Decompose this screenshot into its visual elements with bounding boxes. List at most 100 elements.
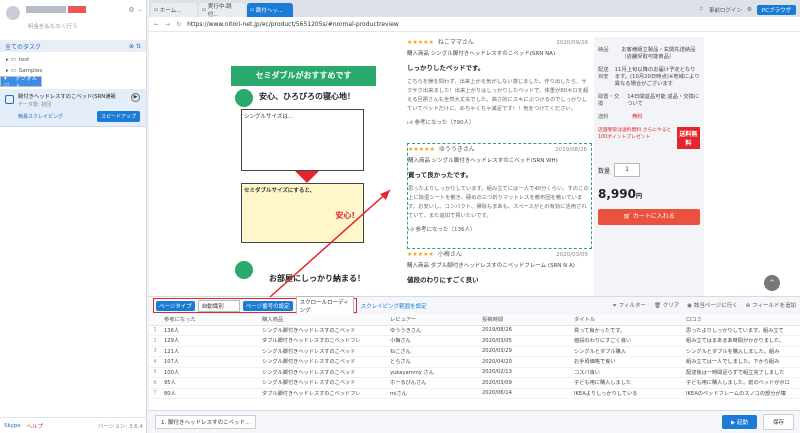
tab-running[interactable]: ▫ 実行中:跳付...	[199, 3, 245, 18]
all-tasks-header[interactable]: 全てのタスク ⊕ ⇅	[0, 40, 146, 52]
pc-browser-button[interactable]: PCブラウザ	[756, 5, 796, 15]
table-cell: 子ども用に購入しました	[571, 377, 683, 389]
page-flip-select[interactable]: スクロールローディング	[295, 295, 354, 316]
simple-scraping-link[interactable]: 簡易スクレイピング	[18, 113, 63, 120]
row-number: 4	[149, 356, 161, 368]
back-icon[interactable]: ←	[154, 21, 159, 28]
review-date: 2020/03/05	[556, 252, 588, 258]
minimize-icon[interactable]: –	[139, 6, 143, 14]
column-header[interactable]: 投稿時間	[479, 314, 571, 326]
tab-home[interactable]: ▫ ホーム...	[151, 3, 197, 17]
table-row[interactable]: 1 136人 シングル脚付きヘッドレスすのこベッド ゆううきさん 2019/08/26 買…	[149, 325, 800, 336]
table-cell: お手頃価格で良い	[571, 356, 683, 368]
column-header[interactable]: 口コミ	[683, 314, 800, 326]
quantity-label: 数量	[598, 167, 611, 175]
tree-item-test[interactable]: ▸ ▭ test	[0, 54, 146, 65]
reload-icon[interactable]: ↻	[176, 21, 181, 28]
rating-stars: ★★★★★	[407, 251, 434, 258]
helpful-button[interactable]: 👍︎ 参考になった（790人）	[407, 118, 592, 126]
helpful-button[interactable]: 👍︎ 参考になった（136人）	[408, 225, 591, 233]
table-cell: 2020/02/13	[479, 367, 571, 378]
column-header[interactable]: 参考になった	[161, 314, 259, 326]
rating-stars: ★★★★★	[407, 39, 434, 46]
goto-page-button[interactable]: ◉ 該当ページに行く	[687, 301, 737, 310]
page-flip-label: ページ番号の設定	[242, 300, 293, 311]
column-header[interactable]: 購入商品	[259, 314, 387, 326]
info-key: 送料	[598, 114, 609, 120]
pre-login-button[interactable]: 事前ログイン	[709, 6, 742, 14]
page-type-label: ページタイプ	[156, 300, 195, 311]
tree-item-default[interactable]: ▾ ▭ デフォルト	[0, 76, 42, 90]
table-row[interactable]: 3 121人 シングル脚付きヘッドレスすのこベッド ねこさん 2020/03/29 シング…	[149, 346, 800, 357]
task-tree: ▸ ▭ test ▸ ▭ Samples ▾ ▭ デフォルト	[0, 52, 146, 90]
rating-stars: ★★★★★	[408, 146, 435, 153]
review-item: ★★★★★ ねこママさん 2020/09/26 購入商品 シングル脚付きヘッドレス…	[407, 37, 592, 143]
reviewer-name: ゆううきさん	[438, 146, 475, 153]
table-row[interactable]: 4 107人 シングル脚付きヘッドレスすのこベッド とらさん 2020/04/20 お手頃…	[149, 356, 800, 368]
run-button[interactable]: ▶ 起動	[721, 415, 757, 429]
quantity-row: 数量 1	[598, 163, 700, 177]
play-icon[interactable]: ▶	[131, 93, 140, 102]
skype-link[interactable]: Skype	[4, 423, 21, 429]
scroll-to-top-icon[interactable]: ^	[764, 275, 780, 291]
task-tools-icon[interactable]: ⊕ ⇅	[129, 43, 141, 50]
column-header[interactable]: レビュアー	[387, 314, 479, 326]
eye-icon: ◉	[687, 303, 693, 309]
settings-icon[interactable]: ⚙	[747, 7, 752, 13]
table-row[interactable]: 6 95人 シングル脚付きヘッドレスすのこベッド ホーるびんさん 2020/03/09 子…	[149, 377, 800, 389]
info-value: 14日間返品可能 返品・交換について	[627, 94, 700, 107]
promo-text: 店舗受取は送料無料 さらにやると100ポイントプレゼント	[598, 128, 672, 140]
task-tab[interactable]: 1. 脚付きヘッドレスすのこベッド...	[155, 415, 257, 429]
review-item-highlighted[interactable]: ★★★★★ ゆううきさん 2019/08/26 購入商品 シングル脚付きヘッドレス…	[407, 143, 592, 249]
info-key: 納品	[598, 47, 609, 53]
help-link[interactable]: ヘルプ	[27, 422, 44, 430]
table-cell: miさん	[387, 388, 479, 399]
goto-label: 該当ページに行く	[693, 303, 738, 309]
row-number: 6	[149, 377, 161, 389]
column-header[interactable]	[149, 314, 161, 326]
table-cell: 107人	[161, 356, 259, 368]
info-row: 送料 無料	[598, 114, 700, 121]
row-number: 5	[149, 367, 161, 378]
add-field-button[interactable]: ⊕ フィールドを追加	[746, 301, 796, 310]
table-cell: 思ったよりしっかりしています。組み立て	[683, 325, 800, 336]
upgrade-text[interactable]: 料金を払もなく行う	[28, 22, 78, 30]
cart-label: カートに入れる	[632, 213, 675, 220]
settings-icon[interactable]: ⚙	[128, 6, 134, 14]
grid-tools: ⏷ フィルター 🗑︎ クリア ◉ 該当ページに行く ⊕ フィールドを追加	[613, 301, 797, 310]
semi-double-label: セミダブルサイズにすると、	[244, 188, 316, 194]
speedup-button[interactable]: スピードアップ	[96, 111, 140, 122]
purchased-product: 購入商品 シングル脚付きヘッドレスすのこベッド(SRN WH)	[408, 158, 558, 164]
column-header[interactable]: タイトル	[571, 314, 683, 326]
page-type-select[interactable]: 自動識別	[197, 299, 240, 312]
review-list: ★★★★★ ねこママさん 2020/09/26 購入商品 シングル脚付きヘッドレス…	[407, 37, 592, 296]
filter-button[interactable]: ⏷ フィルター	[613, 301, 647, 310]
page-icon: ▫	[202, 7, 206, 13]
save-button[interactable]: 保存	[762, 414, 794, 430]
table-cell: 129人	[161, 335, 259, 347]
add-to-cart-button[interactable]: 🛒︎ カートに入れる	[598, 209, 700, 225]
url-field[interactable]: https://www.nitori-net.jp/ec/product/565…	[187, 21, 399, 28]
single-size-box: シングルサイズは…	[241, 109, 364, 171]
folder-icon: ▸ ▭	[6, 56, 16, 63]
table-cell: 2019/08/26	[479, 325, 571, 336]
info-row: 納品 お客様組立製品・玄関先送納品（店舗受取可能商品）	[598, 47, 700, 61]
table-row[interactable]: 2 129人 ダブル脚付きヘッドレスすのこベッドフレ 小梅さん 2020/03/05 値段…	[149, 335, 800, 347]
quantity-input[interactable]: 1	[614, 163, 641, 177]
avatar[interactable]	[6, 6, 20, 20]
window-controls: ⚙ –	[128, 6, 142, 14]
table-row[interactable]: 5 100人 シングル脚付きヘッドレスすのこベッド yukayammy さん 2020/…	[149, 367, 800, 378]
clear-button[interactable]: 🗑︎ クリア	[654, 301, 679, 310]
review-title: 値段のわりにすごく良い	[407, 276, 479, 284]
grid-body: 1 136人 シングル脚付きヘッドレスすのこベッド ゆううきさん 2019/08/26 買…	[149, 325, 800, 399]
purchased-product: 購入商品 ダブル脚付きヘッドレスすのこベッドフレーム (SRN N A)	[407, 263, 575, 269]
table-cell: 組み立ては一人でしました。下から組み	[683, 356, 800, 368]
table-row[interactable]: 7 80人 ダブル脚付きヘッドレスすのこベッドフレ miさん 2020/06/14 IKE…	[149, 388, 800, 399]
tab-label: 実行中:跳付...	[207, 4, 232, 18]
tab-product[interactable]: ▫ 跳付ヘッ...	[247, 3, 293, 17]
scrape-range-link[interactable]: スクレイピング範囲を設定	[361, 302, 427, 310]
thumbs-up-icon: 👍︎	[407, 120, 413, 126]
task-item[interactable]: 跳付きヘッドレスすのこベッド(SRN通販 データ数: 初回 簡易スクレイピング …	[0, 89, 146, 127]
forward-icon[interactable]: →	[165, 21, 170, 28]
row-number: 1	[149, 325, 161, 336]
